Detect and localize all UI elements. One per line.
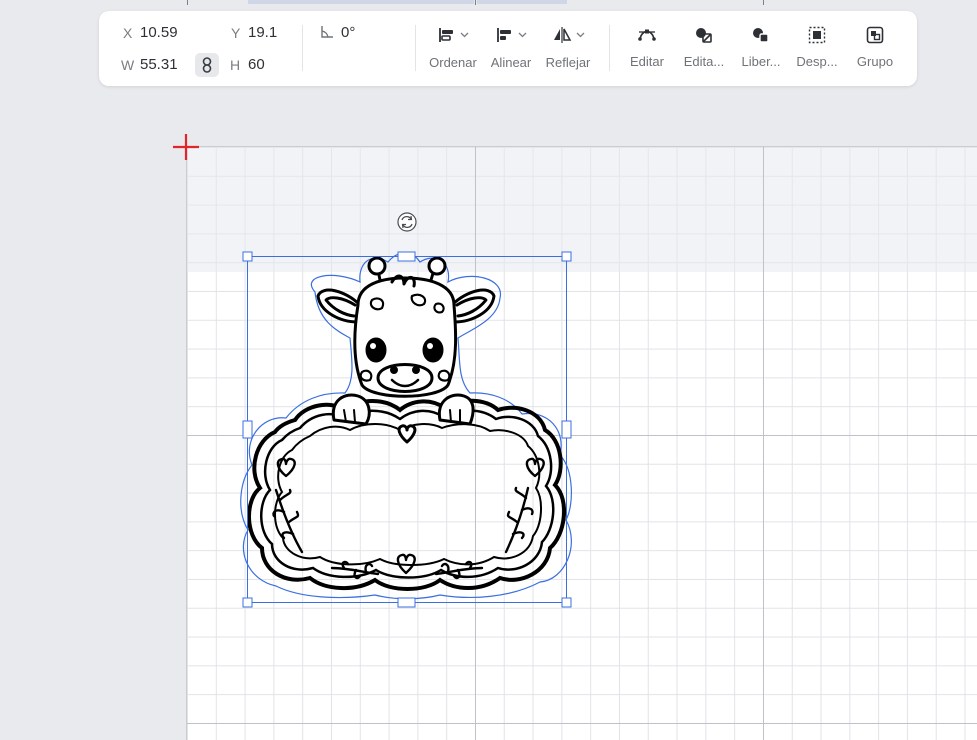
resize-handle-bottom-right[interactable]: [561, 597, 572, 608]
resize-handle-bottom-left[interactable]: [242, 597, 253, 608]
artwork-layer: [240, 212, 572, 608]
rotate-handle-icon[interactable]: [397, 212, 417, 232]
plaque-decorations: [272, 457, 545, 580]
resize-handle-left[interactable]: [242, 420, 253, 439]
resize-handle-bottom[interactable]: [397, 597, 416, 608]
resize-handle-top[interactable]: [397, 251, 416, 262]
resize-handle-right[interactable]: [561, 420, 572, 439]
plaque-frame-inner: [274, 423, 542, 566]
resize-handle-top-right[interactable]: [561, 251, 572, 262]
resize-handle-top-left[interactable]: [242, 251, 253, 262]
